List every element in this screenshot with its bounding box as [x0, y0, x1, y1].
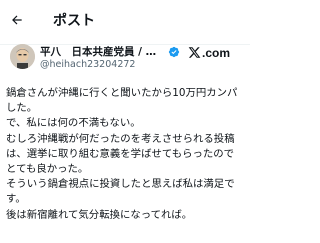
x-logo-icon — [188, 44, 201, 63]
author-handle[interactable]: @heihach23204272 — [40, 59, 135, 71]
post-line: 後は新宿離れて気分転換になってれば。 — [6, 208, 193, 221]
post-text: 鍋倉さんが沖縄に行くと聞いたから10万円カンパ した。 で、私には何の不満もない… — [6, 86, 246, 223]
x-wordmark: .com — [202, 46, 231, 60]
author-display-name[interactable]: 平八 日本共産党員 / しん... — [40, 45, 186, 59]
back-button[interactable] — [6, 10, 28, 32]
author-name-text: 平八 日本共産党員 / しん... — [40, 46, 162, 58]
page-title: ポスト — [53, 13, 95, 29]
post-line: 鍋倉さんが沖縄に行くと聞いたから10万円カンパ — [6, 87, 238, 99]
post-line: むしろ沖縄戦が何だったのを考えさせられる投稿 — [6, 132, 235, 145]
post-line: で、私には何の不満もない。 — [6, 117, 141, 130]
x-brand: .com — [188, 46, 230, 60]
post-header: 平八 日本共産党員 / しん... @heihach23204272 .com — [0, 44, 250, 88]
post-line: そういう鍋倉視点に投資したと思えば私は満足で — [6, 178, 235, 191]
verified-badge-icon — [168, 46, 180, 58]
author-avatar[interactable] — [10, 44, 35, 69]
post-line: は、選挙に取り組む意義を学ばせてもらったので — [6, 147, 235, 160]
arrow-left-icon — [10, 12, 24, 31]
post-line: した。 — [6, 102, 38, 115]
post-line: す。 — [6, 193, 26, 206]
post-line: とても良かった。 — [6, 163, 89, 176]
top-bar: ポスト — [0, 0, 250, 45]
